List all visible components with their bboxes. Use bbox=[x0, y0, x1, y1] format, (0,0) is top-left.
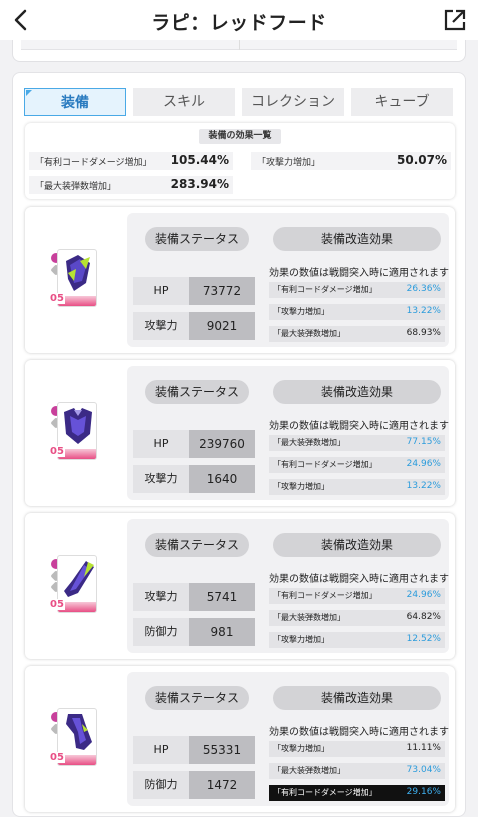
tab-collection[interactable]: コレクション bbox=[242, 88, 344, 116]
mod-row: 「最大装弾数増加」 73.04% bbox=[269, 763, 445, 779]
page-title: ラピ：レッドフード bbox=[151, 12, 327, 34]
stat-value: 55331 bbox=[189, 736, 255, 764]
equipment-thumbnail[interactable]: 05 bbox=[39, 708, 109, 768]
equipment-status-label: 装備ステータス bbox=[145, 533, 249, 557]
equipment-card[interactable]: 05 装備ステータス 装備改造効果 HP 239760 攻撃力 1640 効果の… bbox=[25, 360, 455, 506]
effect-row: 「攻撃力増加」 50.07% bbox=[251, 152, 451, 170]
mod-row: 「有利コードダメージ増加」 24.96% bbox=[269, 588, 445, 604]
equipment-card[interactable]: 05 装備ステータス 装備改造効果 HP 55331 防御力 1472 効果の数… bbox=[25, 666, 455, 812]
mod-row: 「有利コードダメージ増加」 26.36% bbox=[269, 282, 445, 298]
equipment-thumbnail[interactable]: 05 bbox=[39, 402, 109, 462]
equipment-status-label: 装備ステータス bbox=[145, 380, 249, 404]
mod-row: 「攻撃力増加」 12.52% bbox=[269, 632, 445, 648]
stat-label: HP bbox=[133, 736, 189, 764]
armor-arm-icon bbox=[64, 561, 94, 597]
status-panel: 装備ステータス 装備改造効果 HP 73772 攻撃力 9021 効果の数値は戦… bbox=[127, 213, 449, 347]
equipment-mod-label: 装備改造効果 bbox=[273, 227, 441, 251]
equipment-mod-label: 装備改造効果 bbox=[273, 380, 441, 404]
mod-row: 「最大装弾数増加」 68.93% bbox=[269, 326, 445, 342]
mod-row: 「有利コードダメージ増加」 24.96% bbox=[269, 457, 445, 473]
share-button[interactable] bbox=[442, 7, 468, 33]
stat-value: 5741 bbox=[189, 583, 255, 611]
level-badge: 05 bbox=[49, 293, 65, 304]
level-badge: 05 bbox=[49, 752, 65, 763]
stat-value: 1640 bbox=[189, 465, 255, 493]
mod-note: 効果の数値は戦闘突入時に適用されます bbox=[269, 574, 449, 585]
stat-value: 1472 bbox=[189, 771, 255, 799]
external-link-icon bbox=[444, 9, 466, 31]
armor-helmet-icon bbox=[66, 255, 90, 291]
stat-label: HP bbox=[133, 277, 189, 305]
equipment-status-label: 装備ステータス bbox=[145, 686, 249, 710]
equipment-card[interactable]: 05 装備ステータス 装備改造効果 HP 73772 攻撃力 9021 効果の数… bbox=[25, 207, 455, 353]
status-panel: 装備ステータス 装備改造効果 HP 55331 防御力 1472 効果の数値は戦… bbox=[127, 672, 449, 806]
stat-value: 9021 bbox=[189, 312, 255, 340]
stat-value: 981 bbox=[189, 618, 255, 646]
mod-note: 効果の数値は戦闘突入時に適用されます bbox=[269, 421, 449, 432]
equipment-thumbnail[interactable]: 05 bbox=[39, 249, 109, 309]
stat-label: 攻撃力 bbox=[133, 465, 189, 493]
effect-row: 「有利コードダメージ増加」 105.44% bbox=[29, 152, 233, 170]
armor-leg-icon bbox=[66, 714, 92, 750]
mod-note: 効果の数値は戦闘突入時に適用されます bbox=[269, 727, 449, 738]
equipment-mod-label: 装備改造効果 bbox=[273, 533, 441, 557]
mod-row: 「最大装弾数増加」 64.82% bbox=[269, 610, 445, 626]
stat-value: 239760 bbox=[189, 430, 255, 458]
armor-chest-icon bbox=[64, 408, 92, 444]
level-badge: 05 bbox=[49, 446, 65, 457]
tab-equipment[interactable]: 装備 bbox=[24, 88, 126, 116]
stat-label: 防御力 bbox=[133, 771, 189, 799]
stat-value: 73772 bbox=[189, 277, 255, 305]
previous-card-remnant bbox=[12, 40, 466, 62]
header-bar: ラピ：レッドフード bbox=[0, 0, 478, 40]
effect-row: 「最大装弾数増加」 283.94% bbox=[29, 176, 233, 194]
equipment-mod-label: 装備改造効果 bbox=[273, 686, 441, 710]
equipment-panel: 装備 スキル コレクション キューブ 装備の効果一覧 「有利コードダメージ増加」… bbox=[12, 72, 466, 817]
mod-row: 「最大装弾数増加」 77.15% bbox=[269, 435, 445, 451]
tab-cube[interactable]: キューブ bbox=[351, 88, 453, 116]
level-badge: 05 bbox=[49, 599, 65, 610]
tab-skills[interactable]: スキル bbox=[133, 88, 235, 116]
stat-label: 防御力 bbox=[133, 618, 189, 646]
stat-label: 攻撃力 bbox=[133, 583, 189, 611]
equipment-card[interactable]: 05 装備ステータス 装備改造効果 攻撃力 5741 防御力 981 効果の数値… bbox=[25, 513, 455, 659]
equipment-thumbnail[interactable]: 05 bbox=[39, 555, 109, 615]
equipment-status-label: 装備ステータス bbox=[145, 227, 249, 251]
stat-label: 攻撃力 bbox=[133, 312, 189, 340]
effects-summary-title: 装備の効果一覧 bbox=[199, 129, 281, 144]
mod-row: 「攻撃力増加」 11.11% bbox=[269, 741, 445, 757]
equipment-effects-summary: 装備の効果一覧 「有利コードダメージ増加」 105.44% 「攻撃力増加」 50… bbox=[25, 123, 455, 199]
status-panel: 装備ステータス 装備改造効果 HP 239760 攻撃力 1640 効果の数値は… bbox=[127, 366, 449, 500]
stat-label: HP bbox=[133, 430, 189, 458]
status-panel: 装備ステータス 装備改造効果 攻撃力 5741 防御力 981 効果の数値は戦闘… bbox=[127, 519, 449, 653]
mod-row-highlighted: 「有利コードダメージ増加」 29.16% bbox=[269, 785, 445, 801]
mod-row: 「攻撃力増加」 13.22% bbox=[269, 304, 445, 320]
mod-note: 効果の数値は戦闘突入時に適用されます bbox=[269, 268, 449, 279]
mod-row: 「攻撃力増加」 13.22% bbox=[269, 479, 445, 495]
